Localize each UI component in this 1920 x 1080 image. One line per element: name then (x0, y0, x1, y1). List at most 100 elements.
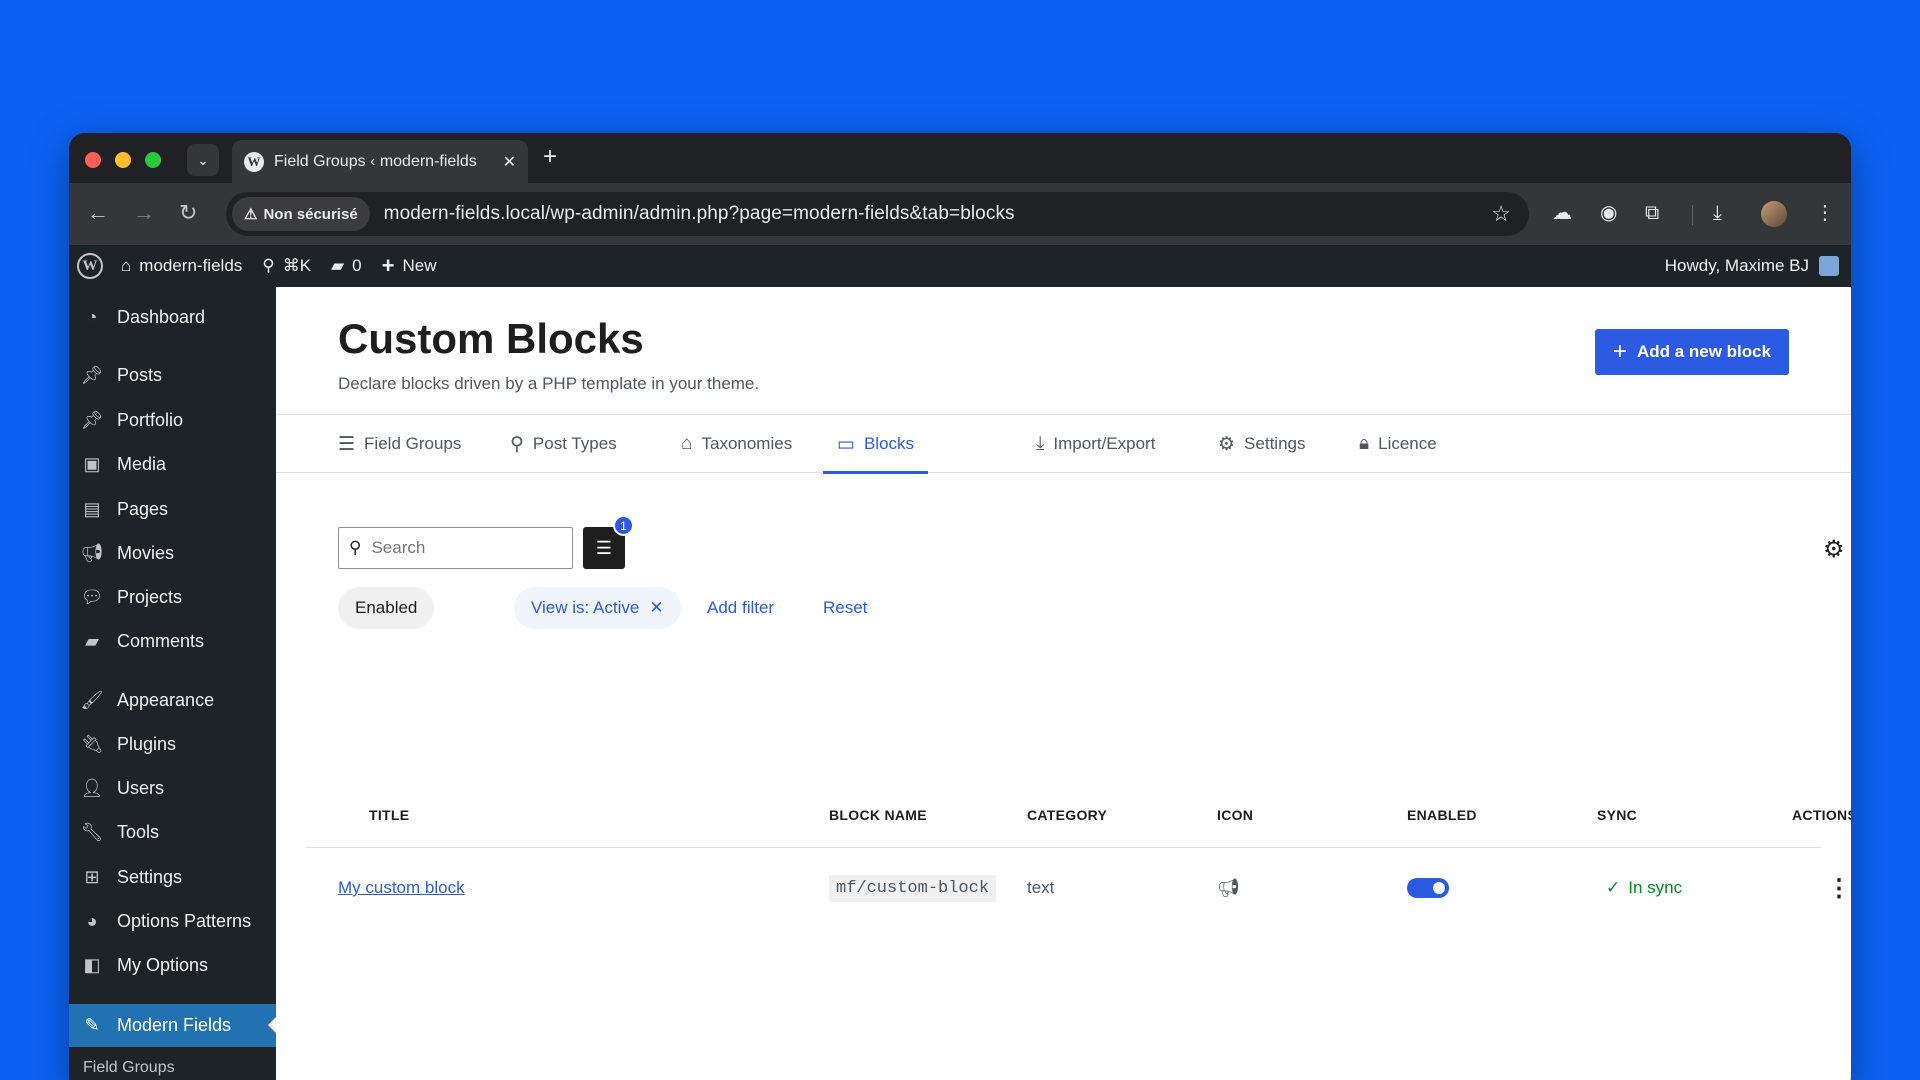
filter-icon: ☰ (595, 537, 613, 558)
sidebar-item-portfolio[interactable]: 📌︎ Portfolio (69, 400, 276, 440)
view-filter-chip[interactable]: View is: Active ✕ (514, 587, 681, 629)
profile-avatar[interactable] (1761, 201, 1787, 227)
row-actions-kebab-icon[interactable]: ⋮ (1827, 873, 1851, 903)
sidebar-item-label: Plugins (117, 733, 177, 754)
search-icon: ⚲ (349, 538, 362, 557)
cloud-icon[interactable]: ☁ (1552, 201, 1572, 225)
reload-icon[interactable]: ↻ (179, 201, 197, 225)
new-tab-icon[interactable]: + (543, 145, 557, 169)
page-description: Declare blocks driven by a PHP template … (338, 374, 760, 393)
palette-icon: ◕ (86, 910, 98, 931)
column-header-block-name[interactable]: BLOCK NAME (829, 807, 927, 823)
sidebar-item-label: Modern Fields (117, 1015, 232, 1035)
puzzle-icon[interactable]: ⧉ (1645, 201, 1659, 225)
block-name-cell: mf/custom-block (829, 873, 997, 903)
sidebar-item-label: Pages (117, 498, 169, 519)
column-header-category[interactable]: CATEGORY (1027, 807, 1107, 823)
pin-icon: 📌︎ (80, 364, 104, 385)
new-content-link[interactable]: + New (372, 253, 447, 279)
tab-label: Settings (1244, 434, 1306, 453)
sidebar-item-comments[interactable]: ▰ Comments (69, 621, 276, 661)
sidebar-item-dashboard[interactable]: ◔ Dashboard (69, 297, 276, 337)
account-menu[interactable]: Howdy, Maxime BJ (1665, 256, 1851, 276)
tab-import-export[interactable]: ⤓ Import/Export (1036, 415, 1155, 473)
column-header-icon: ICON (1217, 807, 1254, 823)
view-settings-gear-icon[interactable]: ⚙ (1823, 535, 1845, 564)
pin-icon: 📌︎ (80, 409, 104, 430)
tab-settings[interactable]: ⚙ Settings (1218, 415, 1305, 473)
remove-filter-icon[interactable]: ✕ (649, 598, 663, 618)
column-header-actions: ACTIONS (1792, 807, 1851, 823)
security-chip[interactable]: ⚠ Non sécurisé (232, 197, 370, 231)
add-new-block-button[interactable]: + Add a new block (1595, 329, 1789, 375)
browser-tab[interactable]: W Field Groups ‹ modern-fields ✕ (232, 140, 528, 183)
block-title-link[interactable]: My custom block (338, 873, 465, 903)
sidebar-item-settings[interactable]: ⊞ Settings (69, 857, 276, 897)
sidebar-item-my-options[interactable]: ◧ My Options (69, 945, 276, 985)
tag-icon: ⌂ (681, 433, 693, 454)
comments-link[interactable]: ▰ 0 (321, 256, 372, 276)
check-icon: ✓ (1606, 878, 1621, 897)
command-search[interactable]: ⚲ ⌘K (252, 256, 321, 276)
url-text[interactable]: modern-fields.local/wp-admin/admin.php?p… (384, 203, 1015, 225)
kebab-menu-icon[interactable]: ⋮ (1815, 201, 1835, 225)
enabled-filter-chip[interactable]: Enabled (338, 587, 435, 629)
pin-icon: ⚲ (510, 433, 524, 455)
minimize-window-button[interactable] (115, 152, 131, 168)
wordpress-logo-icon[interactable]: W (77, 253, 103, 279)
plus-icon: + (1612, 338, 1627, 365)
reset-filters-button[interactable]: Reset (823, 587, 867, 629)
sync-status: ✓ In sync (1606, 873, 1682, 903)
sidebar-item-movies[interactable]: 📢︎ Movies (69, 533, 276, 573)
sidebar-item-tools[interactable]: 🔧︎ Tools (69, 812, 276, 852)
filter-count-badge: 1 (613, 515, 634, 536)
sidebar-item-plugins[interactable]: 🔌︎ Plugins (69, 724, 276, 764)
options-icon: ◧ (83, 954, 101, 975)
extension-badge-icon[interactable]: ◉ (1600, 201, 1617, 225)
column-header-sync: SYNC (1597, 807, 1638, 823)
plus-icon: + (381, 253, 395, 278)
submenu-item-field-groups[interactable]: Field Groups (83, 1059, 175, 1077)
add-filter-button[interactable]: Add filter (707, 587, 774, 629)
column-header-title[interactable]: TITLE (369, 807, 409, 823)
chip-label: View is: Active (531, 598, 640, 617)
tab-field-groups[interactable]: ☰ Field Groups (338, 415, 461, 473)
sidebar-item-media[interactable]: ▣ Media (69, 444, 276, 484)
tab-post-types[interactable]: ⚲ Post Types (510, 415, 617, 473)
chip-label: Enabled (355, 598, 418, 617)
media-icon: ▣ (83, 453, 101, 474)
enabled-toggle[interactable] (1407, 878, 1449, 898)
dashboard-icon: ◔ (86, 306, 98, 327)
megaphone-icon: 📢︎ (80, 542, 104, 563)
shortcut-label: ⌘K (282, 256, 312, 275)
back-arrow-icon[interactable]: ← (87, 201, 109, 225)
sidebar-item-pages[interactable]: ▤ Pages (69, 489, 276, 529)
bookmark-star-icon[interactable]: ☆ (1491, 201, 1511, 227)
security-label: Non sécurisé (263, 205, 358, 223)
site-name-link[interactable]: ⌂ modern-fields (111, 256, 252, 276)
sidebar-item-appearance[interactable]: 🖌︎ Appearance (69, 680, 276, 720)
close-tab-icon[interactable]: ✕ (503, 152, 516, 172)
sidebar-item-posts[interactable]: 📌︎ Posts (69, 355, 276, 395)
close-window-button[interactable] (85, 152, 101, 168)
maximize-window-button[interactable] (145, 152, 161, 168)
sidebar-item-modern-fields[interactable]: ✎ Modern Fields (69, 1004, 277, 1047)
tab-taxonomies[interactable]: ⌂ Taxonomies (681, 415, 792, 473)
calendar-icon: ▭ (837, 433, 855, 455)
address-bar[interactable]: ⚠ Non sécurisé modern-fields.local/wp-ad… (226, 192, 1529, 236)
block-name-code: mf/custom-block (829, 874, 997, 902)
tab-search-button[interactable]: ⌄ (187, 144, 219, 176)
forward-arrow-icon[interactable]: → (133, 201, 155, 225)
sidebar-item-projects[interactable]: 💬︎ Projects (69, 577, 276, 617)
tab-label: Field Groups (364, 434, 462, 453)
list-icon: ☰ (338, 433, 356, 455)
search-input[interactable]: ⚲ Search (338, 527, 573, 569)
sidebar-item-options-patterns[interactable]: ◕ Options Patterns (69, 901, 276, 941)
browser-toolbar: ← → ↻ ⚠ Non sécurisé modern-fields.local… (69, 183, 1851, 245)
download-icon[interactable]: ⤓ (1713, 201, 1722, 225)
sidebar-item-users[interactable]: 👤︎ Users (69, 768, 276, 808)
tab-blocks[interactable]: ▭ Blocks (822, 415, 929, 474)
column-header-enabled[interactable]: ENABLED (1407, 807, 1477, 823)
search-placeholder: Search (371, 538, 426, 557)
tab-licence[interactable]: 🔒︎ Licence (1359, 415, 1437, 473)
